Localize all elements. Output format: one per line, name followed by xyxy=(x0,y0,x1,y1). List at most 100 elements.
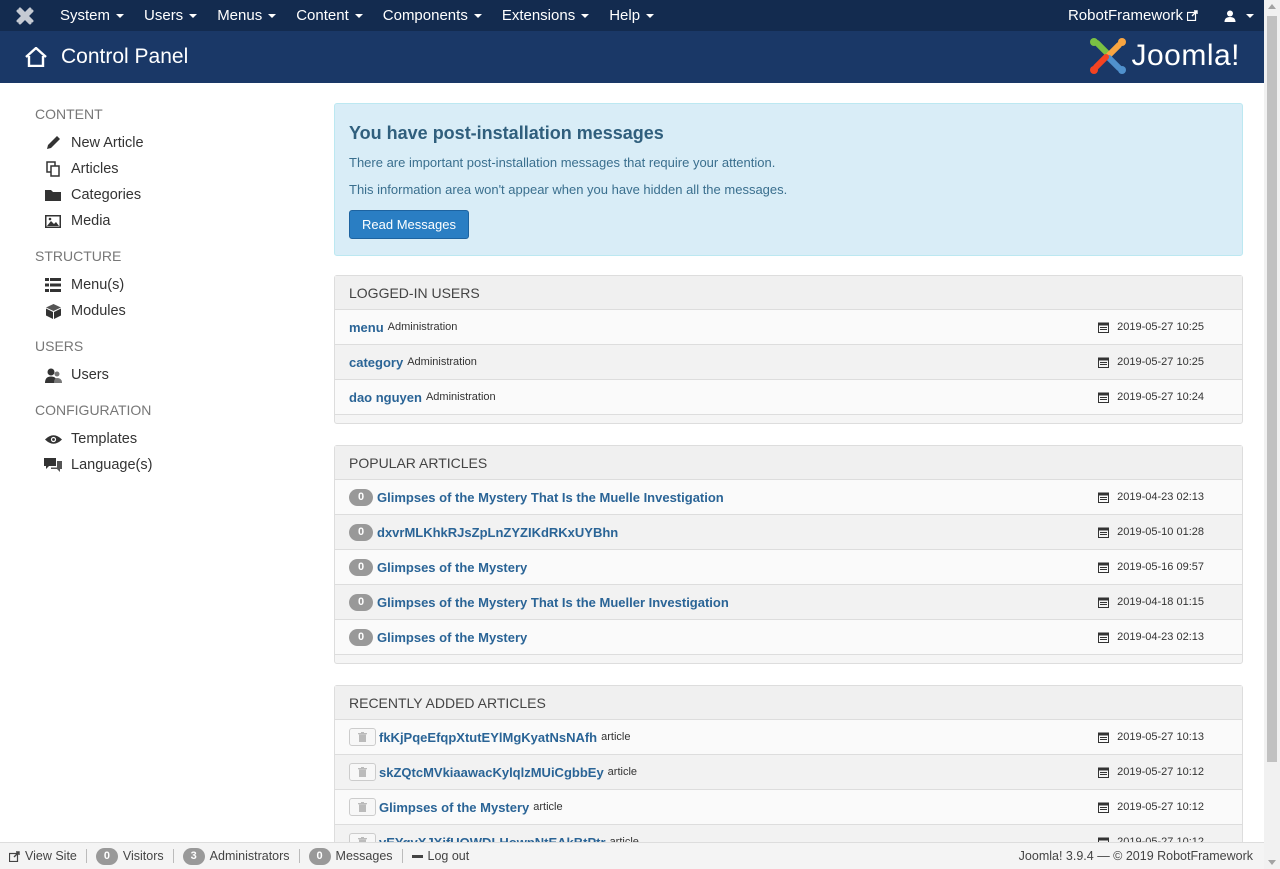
row-date: 2019-04-23 02:13 xyxy=(1098,631,1204,643)
article-link[interactable]: Glimpses of the Mystery xyxy=(377,630,527,645)
menu-users-label: Users xyxy=(144,7,184,24)
admins-label: Administrators xyxy=(209,849,290,863)
users-icon xyxy=(44,367,62,383)
scroll-thumb[interactable] xyxy=(1267,16,1277,762)
module-title: RECENTLY ADDED ARTICLES xyxy=(335,686,1242,720)
version-text: Joomla! 3.9.4 — © 2019 RobotFramework xyxy=(1018,849,1253,863)
article-link[interactable]: Glimpses of the Mystery That Is the Muel… xyxy=(377,595,729,610)
article-link[interactable]: Glimpses of the Mystery xyxy=(379,800,529,815)
sidebar-item-categories[interactable]: Categories xyxy=(35,182,295,208)
hits-badge: 0 xyxy=(349,558,373,576)
sidebar-item-menus[interactable]: Menu(s) xyxy=(35,272,295,298)
menu-extensions-label: Extensions xyxy=(501,7,576,24)
user-role: Administration xyxy=(387,321,458,333)
menu-content[interactable]: Content xyxy=(286,0,373,31)
joomla-brand-text: Joomla! xyxy=(1131,39,1240,72)
article-link[interactable]: dxvrMLKhkRJsZpLnZYZIKdRKxUYBhn xyxy=(377,525,618,540)
article-category: article xyxy=(601,731,631,743)
messages-label: Messages xyxy=(335,849,393,863)
article-link[interactable]: skZQtcMVkiaawacKylqlzMUiCgbbEy xyxy=(379,765,604,780)
user-link[interactable]: dao nguyen xyxy=(349,390,422,405)
admins-count-badge: 3 xyxy=(182,847,205,865)
menu-system[interactable]: System xyxy=(50,0,134,31)
row-date: 2019-05-16 09:57 xyxy=(1098,561,1204,573)
date-text: 2019-05-27 10:13 xyxy=(1117,731,1204,743)
calendar-icon xyxy=(1098,732,1110,743)
sidebar-item-media[interactable]: Media xyxy=(35,208,295,234)
logout-link[interactable]: Log out xyxy=(403,849,479,863)
sidebar-section-configuration: CONFIGURATION Templates Language(s) xyxy=(35,402,295,478)
sidebar: CONTENT New Article Articles Categories … xyxy=(35,100,295,478)
sidebar-item-label: Users xyxy=(71,367,109,383)
view-site-link[interactable]: View Site xyxy=(0,849,86,863)
sidebar-section-title: CONFIGURATION xyxy=(35,402,152,418)
sidebar-section-content: CONTENT New Article Articles Categories … xyxy=(35,106,295,234)
sidebar-item-articles[interactable]: Articles xyxy=(35,156,295,182)
sidebar-item-templates[interactable]: Templates xyxy=(35,426,295,452)
caret-down-icon xyxy=(268,13,277,18)
sidebar-item-new-article[interactable]: New Article xyxy=(35,130,295,156)
main-menu: System Users Menus Content Components Ex… xyxy=(50,0,664,31)
menu-users[interactable]: Users xyxy=(134,0,207,31)
article-link[interactable]: Glimpses of the Mystery xyxy=(377,560,527,575)
sidebar-item-modules[interactable]: Modules xyxy=(35,298,295,324)
article-category: article xyxy=(607,766,638,778)
date-text: 2019-05-27 10:12 xyxy=(1117,801,1204,813)
site-link[interactable]: RobotFramework xyxy=(1058,7,1208,24)
trash-icon[interactable] xyxy=(349,798,376,816)
scroll-down-arrow-icon[interactable] xyxy=(1268,860,1276,865)
messages-link[interactable]: 0 Messages xyxy=(300,847,402,865)
menu-extensions[interactable]: Extensions xyxy=(492,0,599,31)
module-rows: fkKjPqeEfqpXtutEYlMgKyatNsNAfh article 2… xyxy=(335,720,1242,860)
administrators-link[interactable]: 3 Administrators xyxy=(174,847,299,865)
pencil-icon xyxy=(44,135,62,151)
site-name: RobotFramework xyxy=(1067,7,1183,24)
menu-components-label: Components xyxy=(382,7,468,24)
trash-icon[interactable] xyxy=(349,728,376,746)
sidebar-item-label: Media xyxy=(71,213,111,229)
caret-down-icon xyxy=(473,13,482,18)
row-date: 2019-05-27 10:25 xyxy=(1098,356,1204,368)
menu-help[interactable]: Help xyxy=(599,0,664,31)
sidebar-section-title: USERS xyxy=(35,338,84,354)
sidebar-item-users[interactable]: Users xyxy=(35,362,295,388)
caret-down-icon xyxy=(581,13,590,18)
sidebar-section-title: STRUCTURE xyxy=(35,248,122,264)
module-footer xyxy=(335,415,1242,423)
date-text: 2019-05-27 10:25 xyxy=(1117,356,1204,368)
date-text: 2019-05-27 10:12 xyxy=(1117,766,1204,778)
sidebar-section-structure: STRUCTURE Menu(s) Modules xyxy=(35,248,295,324)
calendar-icon xyxy=(1098,392,1110,403)
visitors-label: Visitors xyxy=(122,849,164,863)
row-date: 2019-05-27 10:24 xyxy=(1098,391,1204,403)
joomla-logo-icon[interactable] xyxy=(0,0,50,31)
menu-system-label: System xyxy=(60,7,111,24)
menu-content-label: Content xyxy=(296,7,349,24)
table-row: Glimpses of the Mystery article 2019-05-… xyxy=(335,790,1242,825)
row-date: 2019-05-27 10:13 xyxy=(1098,731,1204,743)
user-link[interactable]: menu xyxy=(349,320,384,335)
scroll-up-arrow-icon[interactable] xyxy=(1268,4,1276,9)
trash-icon[interactable] xyxy=(349,763,376,781)
caret-down-icon xyxy=(1246,13,1254,18)
module-title: POPULAR ARTICLES xyxy=(335,446,1242,480)
sidebar-item-languages[interactable]: Language(s) xyxy=(35,452,295,478)
module-rows: menu Administration 2019-05-27 10:25 cat… xyxy=(335,310,1242,415)
calendar-icon xyxy=(1098,357,1110,368)
vertical-scrollbar[interactable] xyxy=(1264,0,1280,869)
alert-title: You have post-installation messages xyxy=(349,123,664,143)
page-header: Control Panel Joomla! xyxy=(0,31,1264,83)
sidebar-item-label: New Article xyxy=(71,135,144,151)
visitors-link[interactable]: 0 Visitors xyxy=(87,847,173,865)
user-link[interactable]: category xyxy=(349,355,403,370)
menu-menus[interactable]: Menus xyxy=(207,0,286,31)
menu-menus-label: Menus xyxy=(217,7,263,24)
read-messages-button[interactable]: Read Messages xyxy=(349,210,469,239)
home-icon xyxy=(24,45,48,69)
menu-components[interactable]: Components xyxy=(373,0,492,31)
article-link[interactable]: fkKjPqeEfqpXtutEYlMgKyatNsNAfh xyxy=(379,730,597,745)
table-row: 0 Glimpses of the Mystery 2019-05-16 09:… xyxy=(335,550,1242,585)
article-link[interactable]: Glimpses of the Mystery That Is the Muel… xyxy=(377,490,724,505)
user-menu[interactable] xyxy=(1208,10,1264,22)
comments-icon xyxy=(44,457,62,473)
